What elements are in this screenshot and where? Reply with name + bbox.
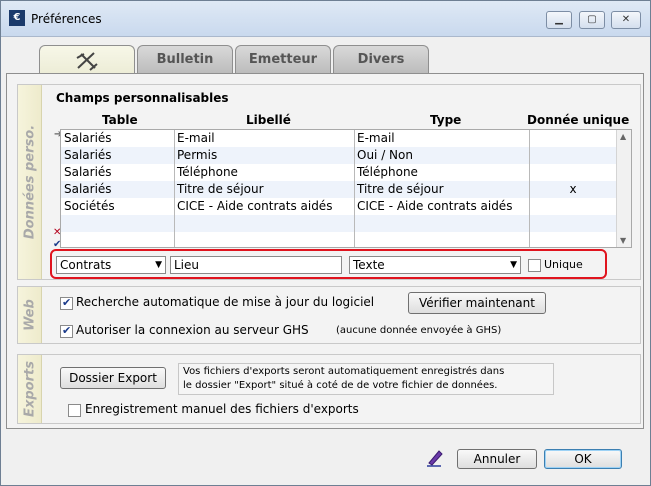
column-header-type: Type — [430, 113, 462, 127]
check-now-button[interactable]: Vérifier maintenant — [408, 292, 546, 314]
auto-update-label: Recherche automatique de mise à jour du … — [76, 295, 375, 309]
exports-side-label: Exports — [18, 355, 42, 423]
maximize-button[interactable]: ▢ — [579, 11, 605, 29]
chevron-down-icon: ▼ — [155, 260, 162, 270]
cell-libelle: E-mail — [177, 131, 215, 145]
column-divider — [174, 130, 175, 247]
cell-type: Titre de séjour — [357, 182, 444, 196]
tab-general[interactable] — [39, 45, 135, 75]
web-section: Web Recherche automatique de mise à jour… — [17, 286, 641, 344]
manual-save-checkbox[interactable] — [68, 404, 81, 417]
cell-unique — [529, 164, 617, 181]
allow-connection-label: Autoriser la connexion au serveur GHS — [76, 323, 309, 337]
cell-type: Téléphone — [357, 165, 418, 179]
custom-fields-section: Données perso. Champs personnalisables T… — [17, 84, 641, 280]
cell-table: Salariés — [64, 165, 112, 179]
close-button[interactable]: ✕ — [611, 11, 641, 29]
window-title: Préférences — [31, 12, 102, 26]
chevron-down-icon: ▼ — [510, 260, 517, 270]
cell-table: Salariés — [64, 131, 112, 145]
manual-save-label: Enregistrement manuel des fichiers d'exp… — [85, 402, 359, 416]
cell-unique — [529, 198, 617, 215]
tools-icon — [76, 52, 98, 71]
tab-emetteur[interactable]: Emetteur — [235, 45, 331, 73]
new-field-editor: Contrats ▼ Lieu Texte ▼ Unique — [50, 249, 607, 279]
custom-fields-table[interactable]: Salariés E-mail E-mail Salariés Permis O… — [60, 129, 632, 248]
unique-checkbox[interactable] — [528, 259, 541, 272]
cell-table: Salariés — [64, 148, 112, 162]
exports-section: Exports Dossier Export Vos fichiers d'ex… — [17, 354, 641, 424]
table-row[interactable]: Salariés E-mail E-mail — [61, 130, 617, 147]
column-header-table: Table — [102, 113, 138, 127]
table-row[interactable]: Salariés Téléphone Téléphone — [61, 164, 617, 181]
auto-update-checkbox[interactable] — [60, 296, 73, 310]
app-logo-icon: € — [9, 10, 25, 26]
custom-fields-title: Champs personnalisables — [56, 91, 229, 105]
column-divider — [354, 130, 355, 247]
cell-libelle: Titre de séjour — [177, 182, 264, 196]
export-note-line: Vos fichiers d'exports seront automatiqu… — [183, 366, 505, 377]
cell-unique — [529, 147, 617, 164]
export-folder-button[interactable]: Dossier Export — [60, 367, 166, 389]
cell-libelle: Permis — [177, 148, 218, 162]
table-scrollbar[interactable]: ▲ ▼ — [616, 130, 631, 247]
allow-connection-note: (aucune donnée envoyée à GHS) — [336, 325, 502, 336]
export-note-line: le dossier "Export" situé à coté de de v… — [183, 380, 498, 391]
table-row[interactable]: Salariés Titre de séjour Titre de séjour… — [61, 181, 617, 198]
export-info-note: Vos fichiers d'exports seront automatiqu… — [178, 363, 554, 395]
cell-type: CICE - Aide contrats aidés — [357, 199, 513, 213]
column-divider — [529, 130, 530, 247]
tab-content: Données perso. Champs personnalisables T… — [6, 73, 644, 429]
cancel-button[interactable]: Annuler — [457, 449, 537, 469]
scroll-up-icon[interactable]: ▲ — [620, 132, 626, 141]
cell-unique: x — [569, 182, 577, 196]
cell-type: E-mail — [357, 131, 395, 145]
minimize-button[interactable]: ▁ — [546, 11, 572, 29]
table-select[interactable]: Contrats ▼ — [56, 256, 166, 274]
cell-table: Sociétés — [64, 199, 115, 213]
cell-table: Salariés — [64, 182, 112, 196]
cell-libelle: CICE - Aide contrats aidés — [177, 199, 333, 213]
column-header-unique: Donnée unique — [527, 113, 630, 127]
preferences-window: € Préférences ▁ ▢ ✕ Bulletin Emetteur Di… — [0, 0, 651, 486]
tab-divers[interactable]: Divers — [333, 45, 429, 73]
table-row[interactable]: Sociétés CICE - Aide contrats aidés CICE… — [61, 198, 617, 215]
title-bar[interactable]: € Préférences ▁ ▢ ✕ — [1, 1, 650, 37]
cell-unique — [529, 130, 617, 147]
cell-libelle: Téléphone — [177, 165, 238, 179]
custom-fields-side-label: Données perso. — [18, 85, 42, 279]
pen-icon[interactable] — [425, 447, 445, 467]
table-row[interactable]: Salariés Permis Oui / Non — [61, 147, 617, 164]
scroll-down-icon[interactable]: ▼ — [620, 236, 626, 245]
web-side-label: Web — [18, 287, 42, 343]
ok-button[interactable]: OK — [544, 449, 622, 469]
tab-bulletin[interactable]: Bulletin — [137, 45, 233, 73]
allow-connection-checkbox[interactable] — [60, 324, 73, 338]
unique-label: Unique — [544, 258, 583, 271]
table-row-empty[interactable] — [61, 215, 617, 232]
label-input[interactable]: Lieu — [170, 256, 342, 274]
column-header-libelle: Libellé — [246, 113, 291, 127]
cell-type: Oui / Non — [357, 148, 413, 162]
type-select[interactable]: Texte ▼ — [349, 256, 521, 274]
